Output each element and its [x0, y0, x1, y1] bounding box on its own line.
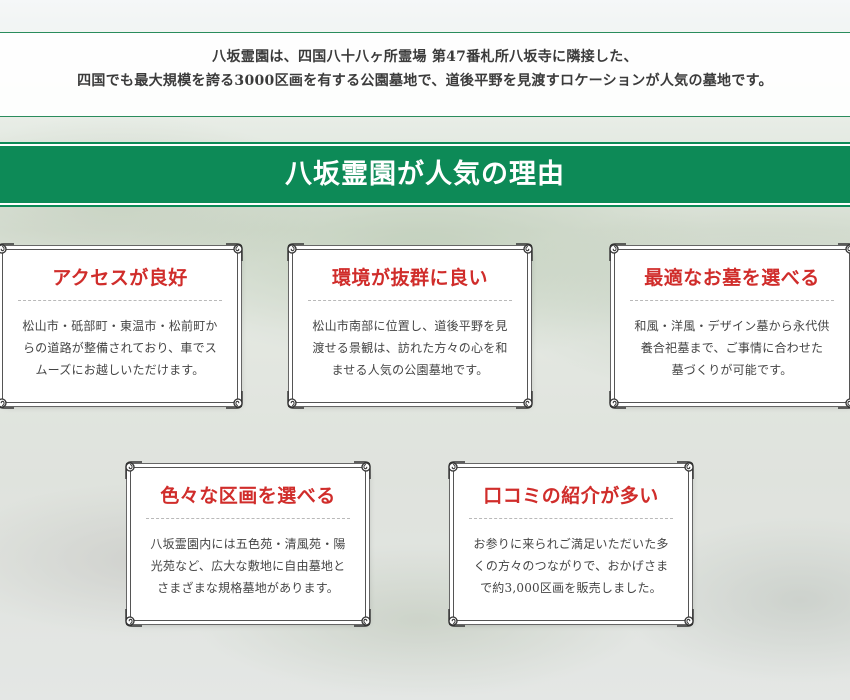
intro-text-line-2: 四国でも最大規模を誇る3000区画を有する公園墓地で、道後平野を見渡すロケーショ… — [77, 73, 773, 89]
card-body-line: お参りに来られご満足いただいた多 — [473, 537, 669, 551]
scroll-ornament-icon — [445, 459, 467, 481]
card-body-line: 養合祀墓まで、ご事情に合わせた — [640, 341, 824, 355]
card-body-line: 和風・洋風・デザイン墓から永代供 — [634, 319, 830, 333]
card-body: 和風・洋風・デザイン墓から永代供 養合祀墓まで、ご事情に合わせた 墓づくりが可能… — [628, 315, 836, 381]
section-heading: 八坂霊園が人気の理由 — [285, 159, 565, 190]
card-body-line: 八坂霊園内には五色苑・清風苑・陽 — [150, 537, 346, 551]
card-title: 色々な区画を選べる — [146, 481, 350, 519]
scroll-ornament-icon — [122, 459, 144, 481]
card-title: 環境が抜群に良い — [308, 263, 512, 301]
scroll-ornament-icon — [284, 241, 306, 263]
scroll-ornament-icon — [224, 389, 246, 411]
card-body-line: 松山市南部に位置し、道後平野を見 — [312, 319, 508, 333]
card-title: 口コミの紹介が多い — [469, 481, 673, 519]
card-body: 八坂霊園内には五色苑・清風苑・陽 光苑など、広大な敷地に自由墓地と さまざまな規… — [144, 533, 352, 599]
card-body-line: さまざまな規格墓地があります。 — [157, 581, 339, 595]
card-body-line: らの道路が整備されており、車でス — [22, 341, 217, 355]
scroll-ornament-icon — [606, 241, 628, 263]
scroll-ornament-icon — [514, 241, 536, 263]
scroll-ornament-icon — [284, 389, 306, 411]
scroll-ornament-icon — [675, 607, 697, 629]
card-body-line: 渡せる景観は、訪れた方々の心を和 — [312, 341, 508, 355]
scroll-ornament-icon — [0, 241, 16, 263]
scroll-ornament-icon — [445, 607, 467, 629]
scroll-ornament-icon — [606, 389, 628, 411]
reason-card-choice: 最適なお墓を選べる 和風・洋風・デザイン墓から永代供 養合祀墓まで、ご事情に合わ… — [606, 241, 850, 411]
scroll-ornament-icon — [675, 459, 697, 481]
scroll-ornament-icon — [122, 607, 144, 629]
scroll-ornament-icon — [352, 607, 374, 629]
scroll-ornament-icon — [514, 389, 536, 411]
reason-card-access: アクセスが良好 松山市・砥部町・東温市・松前町か らの道路が整備されており、車で… — [0, 241, 246, 411]
card-body-line: くの方々のつながりで、おかげさま — [473, 559, 669, 573]
card-body: 松山市南部に位置し、道後平野を見 渡せる景観は、訪れた方々の心を和 ませる人気の… — [306, 315, 514, 381]
card-body-line: で約3,000区画を販売しました。 — [480, 581, 662, 595]
card-body-line: 松山市・砥部町・東温市・松前町か — [22, 319, 218, 333]
card-body-line: 光苑など、広大な敷地に自由墓地と — [150, 559, 346, 573]
card-body: 松山市・砥部町・東温市・松前町か らの道路が整備されており、車でス ムーズにお越… — [16, 315, 224, 381]
reason-card-reviews: 口コミの紹介が多い お参りに来られご満足いただいた多 くの方々のつながりで、おか… — [445, 459, 697, 629]
scroll-ornament-icon — [836, 241, 850, 263]
card-title: 最適なお墓を選べる — [630, 263, 834, 301]
intro-band: 八坂霊園は、四国八十八ヶ所霊場 第47番札所八坂寺に隣接した、 四国でも最大規模… — [0, 32, 850, 117]
card-body: お参りに来られご満足いただいた多 くの方々のつながりで、おかげさま で約3,00… — [467, 533, 675, 599]
scroll-ornament-icon — [352, 459, 374, 481]
reason-card-environment: 環境が抜群に良い 松山市南部に位置し、道後平野を見 渡せる景観は、訪れた方々の心… — [284, 241, 536, 411]
section-heading-band: 八坂霊園が人気の理由 — [0, 144, 850, 205]
card-body-line: ませる人気の公園墓地です。 — [331, 363, 489, 377]
intro-text-line-1: 八坂霊園は、四国八十八ヶ所霊場 第47番札所八坂寺に隣接した、 — [212, 49, 638, 65]
card-body-line: ムーズにお越しいただけます。 — [35, 363, 205, 377]
scroll-ornament-icon — [224, 241, 246, 263]
card-title: アクセスが良好 — [18, 263, 222, 301]
card-body-line: 墓づくりが可能です。 — [671, 363, 793, 377]
scroll-ornament-icon — [836, 389, 850, 411]
scroll-ornament-icon — [0, 389, 16, 411]
reason-card-plots: 色々な区画を選べる 八坂霊園内には五色苑・清風苑・陽 光苑など、広大な敷地に自由… — [122, 459, 374, 629]
